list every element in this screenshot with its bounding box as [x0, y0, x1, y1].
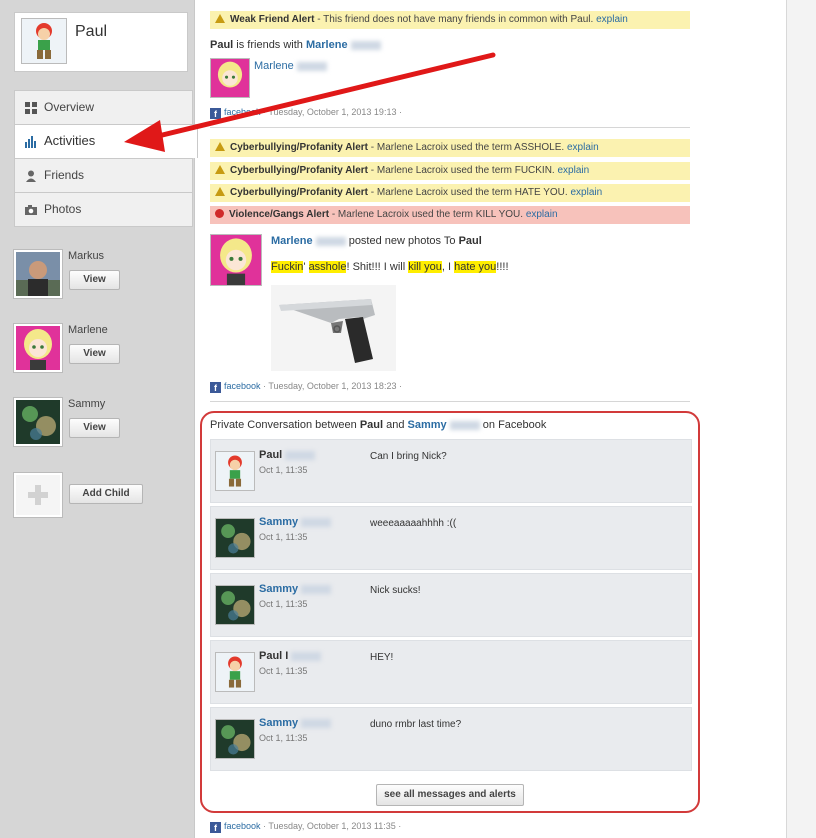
nav-item-overview[interactable]: Overview — [14, 90, 193, 124]
message-text: Can I bring Nick? — [370, 451, 447, 462]
profile-name: Paul — [75, 23, 108, 40]
avatar — [215, 451, 255, 491]
child-name: Markus — [68, 250, 105, 262]
message-text: weeeaaaaahhhh :(( — [370, 518, 457, 529]
author-link[interactable]: Marlene — [271, 235, 313, 247]
person-icon — [26, 170, 36, 182]
conversation-title: Private Conversation between Paul and Sa… — [210, 419, 547, 431]
friend-link[interactable]: Marlene — [306, 39, 348, 51]
message-time: Oct 1, 11:35 — [259, 733, 308, 743]
message-row: Paul Oct 1, 11:35 Can I bring Nick? — [210, 439, 692, 503]
nav-item-photos[interactable]: Photos — [14, 192, 193, 227]
source-link[interactable]: facebook — [224, 381, 261, 391]
facebook-icon: f — [210, 108, 221, 119]
bar-chart-icon — [25, 136, 36, 148]
avatar — [14, 324, 62, 372]
message-time: Oct 1, 11:35 — [259, 465, 308, 475]
view-button[interactable]: View — [69, 344, 120, 364]
child-marlene: Marlene View — [14, 324, 189, 374]
alert-circle-icon — [215, 209, 224, 218]
see-all-button[interactable]: see all messages and alerts — [376, 784, 524, 806]
divider — [210, 127, 690, 128]
avatar — [215, 719, 255, 759]
sender-name[interactable]: Sammy — [259, 717, 332, 729]
message-text: duno rmbr last time? — [370, 719, 462, 730]
message-time: Oct 1, 11:35 — [259, 599, 308, 609]
avatar — [21, 18, 67, 64]
child-name: Marlene — [68, 324, 108, 336]
explain-link[interactable]: explain — [567, 142, 599, 153]
facebook-icon: f — [210, 382, 221, 393]
avatar — [215, 652, 255, 692]
avatar — [215, 585, 255, 625]
friendship-line: Paul is friends with Marlene — [210, 39, 381, 51]
message-text: Nick sucks! — [370, 585, 421, 596]
sender-name[interactable]: Paul I — [259, 650, 322, 662]
camera-icon — [25, 205, 37, 215]
add-child-button[interactable]: Add Child — [69, 484, 143, 504]
divider — [210, 401, 690, 402]
sender-name[interactable]: Sammy — [259, 583, 332, 595]
nav-item-friends[interactable]: Friends — [14, 158, 193, 192]
message-row: Paul I Oct 1, 11:35 HEY! — [210, 640, 692, 704]
post-header: Marlene posted new photos To Paul — [271, 235, 482, 247]
violence-alert: Violence/Gangs Alert - Marlene Lacroix u… — [210, 206, 690, 224]
post-meta: f facebook · Tuesday, October 1, 2013 11:… — [210, 821, 401, 833]
post-photo[interactable] — [271, 285, 396, 371]
avatar — [14, 250, 62, 298]
weak-friend-alert: Weak Friend Alert - This friend does not… — [210, 11, 690, 29]
profile-card[interactable]: Paul — [14, 12, 188, 72]
friend-tag: Marlene — [254, 60, 327, 72]
message-row: Sammy Oct 1, 11:35 weeeaaaaahhhh :(( — [210, 506, 692, 570]
post-message: Fuckin' asshole! Shit!!! I will kill you… — [271, 261, 509, 273]
message-row: Sammy Oct 1, 11:35 Nick sucks! — [210, 573, 692, 637]
profanity-alert: Cyberbullying/Profanity Alert - Marlene … — [210, 162, 690, 180]
sender-name[interactable]: Sammy — [259, 516, 332, 528]
view-button[interactable]: View — [69, 270, 120, 290]
warning-icon — [215, 14, 225, 23]
view-button[interactable]: View — [69, 418, 120, 438]
explain-link[interactable]: explain — [596, 14, 628, 25]
profanity-alert: Cyberbullying/Profanity Alert - Marlene … — [210, 184, 690, 202]
child-sammy: Sammy View — [14, 398, 189, 448]
plus-icon[interactable] — [14, 473, 62, 517]
source-link[interactable]: facebook — [224, 107, 261, 117]
sender-name[interactable]: Paul — [259, 449, 316, 461]
avatar — [215, 518, 255, 558]
message-row: Sammy Oct 1, 11:35 duno rmbr last time? — [210, 707, 692, 771]
message-time: Oct 1, 11:35 — [259, 532, 308, 542]
avatar — [210, 234, 262, 286]
warning-icon — [215, 165, 225, 174]
explain-link[interactable]: explain — [570, 187, 602, 198]
source-link[interactable]: facebook — [224, 821, 261, 831]
avatar — [14, 398, 62, 446]
explain-link[interactable]: explain — [526, 209, 558, 220]
facebook-icon: f — [210, 822, 221, 833]
nav-item-label: Overview — [44, 100, 95, 114]
post-meta: f facebook · Tuesday, October 1, 2013 19:… — [210, 107, 402, 119]
avatar — [210, 58, 250, 98]
warning-icon — [215, 187, 225, 196]
nav-item-activities[interactable]: Activities — [14, 124, 198, 158]
explain-link[interactable]: explain — [558, 165, 590, 176]
nav-item-label: Photos — [44, 202, 82, 216]
message-time: Oct 1, 11:35 — [259, 666, 308, 676]
profanity-alert: Cyberbullying/Profanity Alert - Marlene … — [210, 139, 690, 157]
sidebar-nav: Overview Activities Friends Photos — [14, 90, 198, 227]
target-link[interactable]: Paul — [459, 235, 482, 247]
child-name: Sammy — [68, 398, 106, 410]
nav-item-label: Friends — [44, 168, 85, 182]
right-margin — [786, 0, 816, 838]
grid-icon — [25, 102, 37, 114]
post-meta: f facebook · Tuesday, October 1, 2013 18:… — [210, 381, 402, 393]
friend-tag-link[interactable]: Marlene — [254, 60, 294, 72]
child-markus: Markus View — [14, 250, 189, 300]
message-text: HEY! — [370, 652, 394, 663]
nav-item-label: Activities — [44, 133, 96, 148]
warning-icon — [215, 142, 225, 151]
